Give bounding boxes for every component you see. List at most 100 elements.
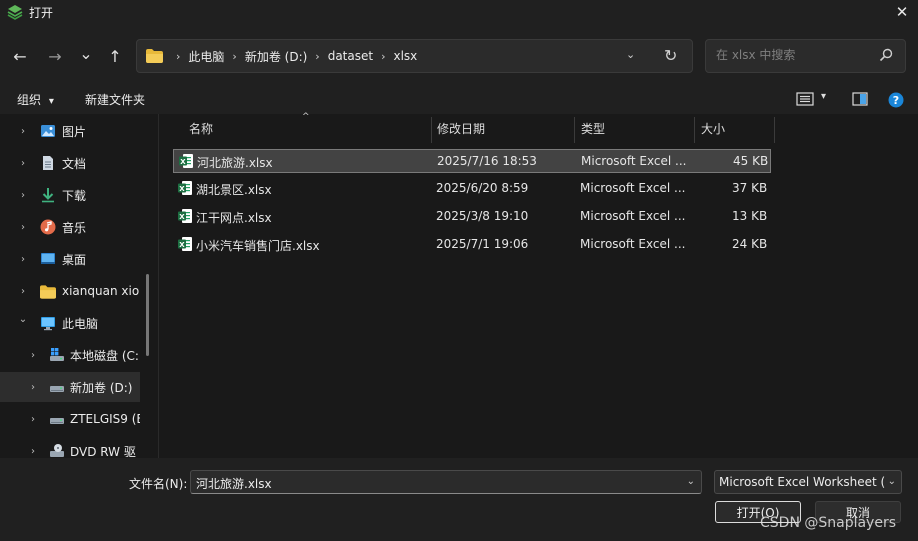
forward-button[interactable]: → (42, 43, 68, 69)
app-layers-icon (7, 5, 23, 20)
chevron-right-icon[interactable]: › (28, 414, 38, 425)
chevron-right-icon[interactable]: › (18, 222, 28, 233)
address-bar[interactable]: › 此电脑 › 新加卷 (D:) › dataset › xlsx ⌄ ↻ (136, 39, 693, 73)
sidebar-item-desktop[interactable]: › 桌面 (0, 244, 140, 274)
refresh-icon[interactable]: ↻ (664, 46, 677, 65)
arrow-right-icon: → (48, 46, 62, 66)
arrow-up-icon: ↑ (108, 46, 122, 66)
new-folder-button[interactable]: 新建文件夹 (85, 91, 145, 108)
organize-button[interactable]: 组织 ▾ (17, 91, 54, 108)
search-box[interactable] (705, 39, 906, 73)
column-header-name[interactable]: 名称 (189, 120, 213, 137)
sidebar-item-drive-d[interactable]: › 新加卷 (D:) (0, 372, 140, 402)
sidebar-item-label: 图片 (62, 124, 87, 139)
breadcrumb-xlsx[interactable]: xlsx (393, 49, 417, 63)
breadcrumb-separator-icon: › (176, 49, 181, 63)
file-row[interactable]: X 河北旅游.xlsx 2025/7/16 18:53 Microsoft Ex… (173, 149, 771, 173)
arrow-left-icon: ← (13, 46, 27, 66)
chevron-right-icon[interactable]: › (28, 446, 38, 457)
organize-label: 组织 (17, 93, 42, 107)
view-options-button[interactable] (796, 92, 814, 109)
sidebar-item-label: 本地磁盘 (C: (70, 348, 139, 363)
chevron-down-icon[interactable]: ⌄ (687, 476, 695, 487)
file-row[interactable]: X 小米汽车销售门店.xlsx 2025/7/1 19:06 Microsoft… (173, 233, 771, 257)
details-view-icon (796, 92, 814, 106)
window-title: 打开 (29, 6, 54, 20)
breadcrumb-drive-d[interactable]: 新加卷 (D:) (245, 48, 307, 65)
recent-locations-button[interactable]: ⌄ (73, 40, 99, 66)
dialog-footer: 文件名(N): 河北旅游.xlsx ⌄ Microsoft Excel Work… (0, 458, 918, 541)
excel-badge: X (180, 158, 186, 166)
file-date: 2025/6/20 8:59 (436, 181, 529, 195)
sidebar-item-label: 下载 (62, 188, 87, 203)
back-button[interactable]: ← (7, 43, 33, 69)
column-separator[interactable] (694, 117, 695, 143)
excel-file-icon: X (179, 154, 193, 168)
view-dropdown-icon[interactable]: ▾ (821, 91, 826, 102)
drive-icon (50, 386, 64, 392)
chevron-right-icon[interactable]: › (18, 126, 28, 137)
dvd-drive-icon (50, 444, 64, 457)
desktop-icon (41, 253, 55, 264)
column-separator[interactable] (774, 117, 775, 143)
breadcrumb-dataset[interactable]: dataset (328, 49, 373, 63)
sidebar-item-user-folder[interactable]: › xianquan xion (0, 276, 140, 306)
column-header-date-modified[interactable]: 修改日期 (437, 120, 485, 137)
drive-icon (50, 418, 64, 424)
excel-badge: X (179, 185, 185, 193)
search-input[interactable] (716, 48, 876, 62)
sidebar-item-documents[interactable]: › 文档 (0, 148, 140, 178)
column-header-type[interactable]: 类型 (581, 120, 605, 137)
pictures-icon (41, 125, 55, 137)
chevron-down-icon[interactable]: ⌄ (18, 314, 28, 325)
breadcrumb-this-pc[interactable]: 此电脑 (188, 48, 224, 65)
sidebar-item-drive-e[interactable]: › ZTELGIS9 (E (0, 404, 140, 434)
excel-file-icon: X (178, 181, 192, 195)
file-row[interactable]: X 湖北景区.xlsx 2025/6/20 8:59 Microsoft Exc… (173, 177, 771, 201)
sidebar-item-dvd-drive[interactable]: › DVD RW 驱 (0, 436, 140, 458)
sidebar-item-label: 新加卷 (D:) (70, 380, 133, 395)
search-icon (879, 48, 893, 62)
file-date: 2025/3/8 19:10 (436, 209, 529, 223)
sidebar-item-downloads[interactable]: › 下载 (0, 180, 140, 210)
chevron-right-icon[interactable]: › (18, 254, 28, 265)
sidebar-item-this-pc[interactable]: ⌄ 此电脑 (0, 308, 140, 338)
file-size: 45 KB (733, 154, 769, 168)
chevron-right-icon[interactable]: › (28, 382, 38, 393)
documents-icon (43, 156, 53, 170)
chevron-down-icon[interactable]: ⌄ (888, 476, 896, 487)
file-row[interactable]: X 江干网点.xlsx 2025/3/8 19:10 Microsoft Exc… (173, 205, 771, 229)
breadcrumb-separator-icon: › (232, 49, 237, 63)
chevron-right-icon[interactable]: › (18, 158, 28, 169)
chevron-right-icon[interactable]: › (18, 190, 28, 201)
sidebar-item-label: 此电脑 (62, 316, 99, 331)
file-name: 河北旅游.xlsx (197, 156, 273, 170)
this-pc-icon (41, 317, 55, 331)
sidebar-item-drive-c[interactable]: › 本地磁盘 (C: (0, 340, 140, 370)
downloads-icon (42, 188, 54, 203)
file-size: 13 KB (732, 209, 768, 223)
file-list: ^ 名称 修改日期 类型 大小 X 河北旅游.xlsx 2025/7/16 18… (159, 112, 918, 458)
address-history-chevron-icon[interactable]: ⌄ (626, 48, 635, 61)
excel-file-icon: X (178, 209, 192, 223)
column-separator[interactable] (574, 117, 575, 143)
up-button[interactable]: ↑ (102, 43, 128, 69)
chevron-right-icon[interactable]: › (28, 350, 38, 361)
column-header-size[interactable]: 大小 (701, 120, 725, 137)
help-button[interactable]: ? (888, 92, 904, 111)
close-button[interactable]: ✕ (886, 0, 918, 24)
preview-pane-button[interactable] (852, 92, 868, 109)
chevron-right-icon[interactable]: › (18, 286, 28, 297)
filename-field[interactable]: 河北旅游.xlsx (196, 475, 272, 492)
sidebar-scrollbar[interactable] (146, 274, 149, 356)
sidebar-item-pictures[interactable]: › 图片 (0, 116, 140, 146)
sidebar-item-label: DVD RW 驱 (70, 444, 136, 459)
sidebar-item-label: xianquan xion (62, 284, 140, 298)
column-separator[interactable] (431, 117, 432, 143)
system-drive-icon (50, 348, 64, 361)
filename-combobox[interactable]: 河北旅游.xlsx ⌄ (190, 470, 702, 494)
chevron-down-icon: ⌄ (79, 43, 93, 63)
sidebar-item-music[interactable]: › 音乐 (0, 212, 140, 242)
file-size: 37 KB (732, 181, 768, 195)
file-type-select[interactable]: Microsoft Excel Worksheet ( ⌄ (714, 470, 902, 494)
